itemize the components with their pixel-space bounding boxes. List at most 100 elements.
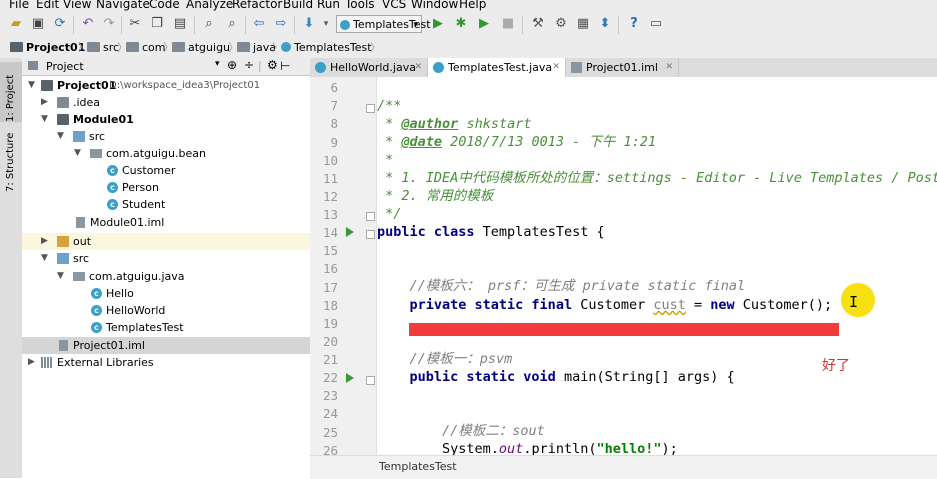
fold-icon[interactable] <box>366 376 375 385</box>
expand-arrow-icon[interactable]: ▼ <box>74 145 81 162</box>
tree-item-module-src[interactable]: ▼ src <box>22 128 310 145</box>
expand-arrow-icon[interactable]: ▼ <box>41 250 48 267</box>
sync-icon[interactable]: ⟳ <box>52 16 68 32</box>
breadcrumb-templatestest[interactable]: TemplatesTest <box>281 40 372 56</box>
find-icon[interactable]: ⌕ <box>201 16 217 32</box>
tree-item-student[interactable]: c Student <box>22 196 310 213</box>
tab-templatestest[interactable]: TemplatesTest.java ✕ <box>428 58 566 77</box>
menu-tools[interactable]: Tools <box>345 0 375 11</box>
structure-tool-label[interactable]: 7: Structure <box>5 133 16 192</box>
menu-refactor[interactable]: Refactor <box>232 0 282 11</box>
tree-item-hello[interactable]: c Hello <box>22 285 310 302</box>
menu-file[interactable]: File <box>9 0 29 11</box>
build-icon[interactable]: ⬇ <box>301 16 317 32</box>
tree-item-customer[interactable]: c Customer <box>22 162 310 179</box>
paste-icon[interactable]: ▤ <box>172 16 188 32</box>
line-number: 20 <box>322 334 338 349</box>
hide-icon[interactable]: ⊢ <box>280 59 290 73</box>
tree-item-package-java[interactable]: ▼ com.atguigu.java <box>22 268 310 285</box>
cut-icon[interactable]: ✂ <box>127 16 143 32</box>
menu-build[interactable]: Build <box>283 0 313 11</box>
line-number: 14 <box>322 225 338 240</box>
run-main-icon[interactable] <box>346 373 354 383</box>
breadcrumb-atguigu[interactable]: atguigu <box>172 40 230 56</box>
back-icon[interactable]: ⇦ <box>251 16 267 32</box>
expand-arrow-icon[interactable]: ▼ <box>28 77 35 94</box>
close-icon[interactable]: ✕ <box>414 58 422 77</box>
save-icon[interactable]: ▣ <box>30 16 46 32</box>
tree-item-module01[interactable]: ▼ Module01 <box>22 111 310 128</box>
forward-icon[interactable]: ⇨ <box>273 16 289 32</box>
close-icon[interactable]: ✕ <box>665 58 673 77</box>
menu-help[interactable]: Help <box>459 0 486 11</box>
console-icon[interactable]: ▭ <box>648 16 664 32</box>
menu-code[interactable]: Code <box>149 0 180 11</box>
menu-navigate[interactable]: Navigate <box>96 0 150 11</box>
scroll-from-source-icon[interactable]: ⊕ <box>227 58 237 72</box>
fold-icon[interactable] <box>366 104 375 113</box>
collapse-all-icon[interactable]: ÷ <box>244 58 254 72</box>
expand-arrow-icon[interactable]: ▼ <box>41 111 48 128</box>
help-icon[interactable]: ? <box>626 16 642 32</box>
tree-item-idea[interactable]: ▶ .idea <box>22 94 310 111</box>
breadcrumb-src[interactable]: src <box>87 40 119 56</box>
tab-project01-iml[interactable]: Project01.iml ✕ <box>566 58 679 77</box>
fold-icon[interactable] <box>366 212 375 221</box>
breadcrumb: Project01 〉 src 〉 com 〉 atguigu 〉 java 〉… <box>0 38 937 59</box>
redo-icon[interactable]: ↷ <box>101 16 117 32</box>
tree-item-external-libraries[interactable]: ▶ External Libraries <box>22 354 310 371</box>
menu-edit[interactable]: Edit <box>36 0 59 11</box>
menu-analyze[interactable]: Analyze <box>186 0 233 11</box>
project-folder-icon <box>41 80 53 91</box>
menu-vcs[interactable]: VCS <box>382 0 406 11</box>
coverage-icon[interactable]: ▶ <box>476 16 492 32</box>
chevron-down-icon[interactable]: ▾ <box>215 59 220 69</box>
code-line: */ <box>377 206 402 222</box>
tree-item-module01-iml[interactable]: Module01.iml <box>22 214 310 231</box>
menu-view[interactable]: View <box>63 0 91 11</box>
build-dropdown-icon[interactable]: ▾ <box>318 16 334 32</box>
open-folder-icon[interactable]: ▰ <box>8 16 24 32</box>
collapse-arrow-icon[interactable]: ▶ <box>41 233 48 250</box>
breadcrumb-project[interactable]: Project01 <box>10 40 85 56</box>
stop-icon[interactable]: ■ <box>500 16 516 32</box>
settings-icon[interactable]: ⚙ <box>553 16 569 32</box>
project-panel-title[interactable]: Project <box>46 60 84 73</box>
tree-item-src[interactable]: ▼ src <box>22 250 310 267</box>
menu-window[interactable]: Window <box>411 0 458 11</box>
tree-item-out[interactable]: ▶ out <box>22 233 310 250</box>
tab-helloworld[interactable]: HelloWorld.java ✕ <box>310 58 428 77</box>
line-number: 13 <box>322 207 338 222</box>
breadcrumb-java[interactable]: java <box>237 40 276 56</box>
sdk-icon[interactable]: ▦ <box>575 16 591 32</box>
fold-icon[interactable] <box>366 230 375 239</box>
menu-run[interactable]: Run <box>317 0 340 11</box>
copy-icon[interactable]: ❐ <box>149 16 165 32</box>
run-class-icon[interactable] <box>346 227 354 237</box>
undo-icon[interactable]: ↶ <box>80 16 96 32</box>
tree-item-templatestest[interactable]: c TemplatesTest <box>22 319 310 336</box>
replace-icon[interactable]: ⌕ <box>224 16 240 32</box>
run-config-label: TemplatesTest <box>353 18 431 31</box>
tree-item-project01[interactable]: ▼ Project01 D:\workspace_idea3\Project01 <box>22 77 310 94</box>
run-icon[interactable]: ▶ <box>430 16 446 32</box>
tree-item-package-bean[interactable]: ▼ com.atguigu.bean <box>22 145 310 162</box>
collapse-arrow-icon[interactable]: ▶ <box>28 354 35 371</box>
code-line: System.out.println("hello!"); <box>377 441 678 455</box>
editor-breadcrumb-text[interactable]: TemplatesTest <box>379 460 457 473</box>
tree-item-helloworld[interactable]: c HelloWorld <box>22 302 310 319</box>
code-editor[interactable]: /** * @author shkstart * @date 2018/7/13… <box>377 77 937 455</box>
expand-arrow-icon[interactable]: ▼ <box>57 128 64 145</box>
package-icon <box>90 149 102 158</box>
tree-item-person[interactable]: c Person <box>22 179 310 196</box>
expand-arrow-icon[interactable]: ▼ <box>57 268 64 285</box>
tree-item-project01-iml[interactable]: Project01.iml <box>22 337 310 354</box>
close-icon[interactable]: ✕ <box>552 58 560 77</box>
gear-icon[interactable]: ⚙ <box>267 58 278 72</box>
breadcrumb-com[interactable]: com <box>126 40 166 56</box>
run-configuration-select[interactable]: TemplatesTest ▾ <box>336 15 431 33</box>
collapse-arrow-icon[interactable]: ▶ <box>41 94 48 111</box>
debug-icon[interactable]: ✱ <box>453 16 469 32</box>
project-structure-icon[interactable]: ⚒ <box>530 16 546 32</box>
vcs-icon[interactable]: ⬍ <box>597 16 613 32</box>
